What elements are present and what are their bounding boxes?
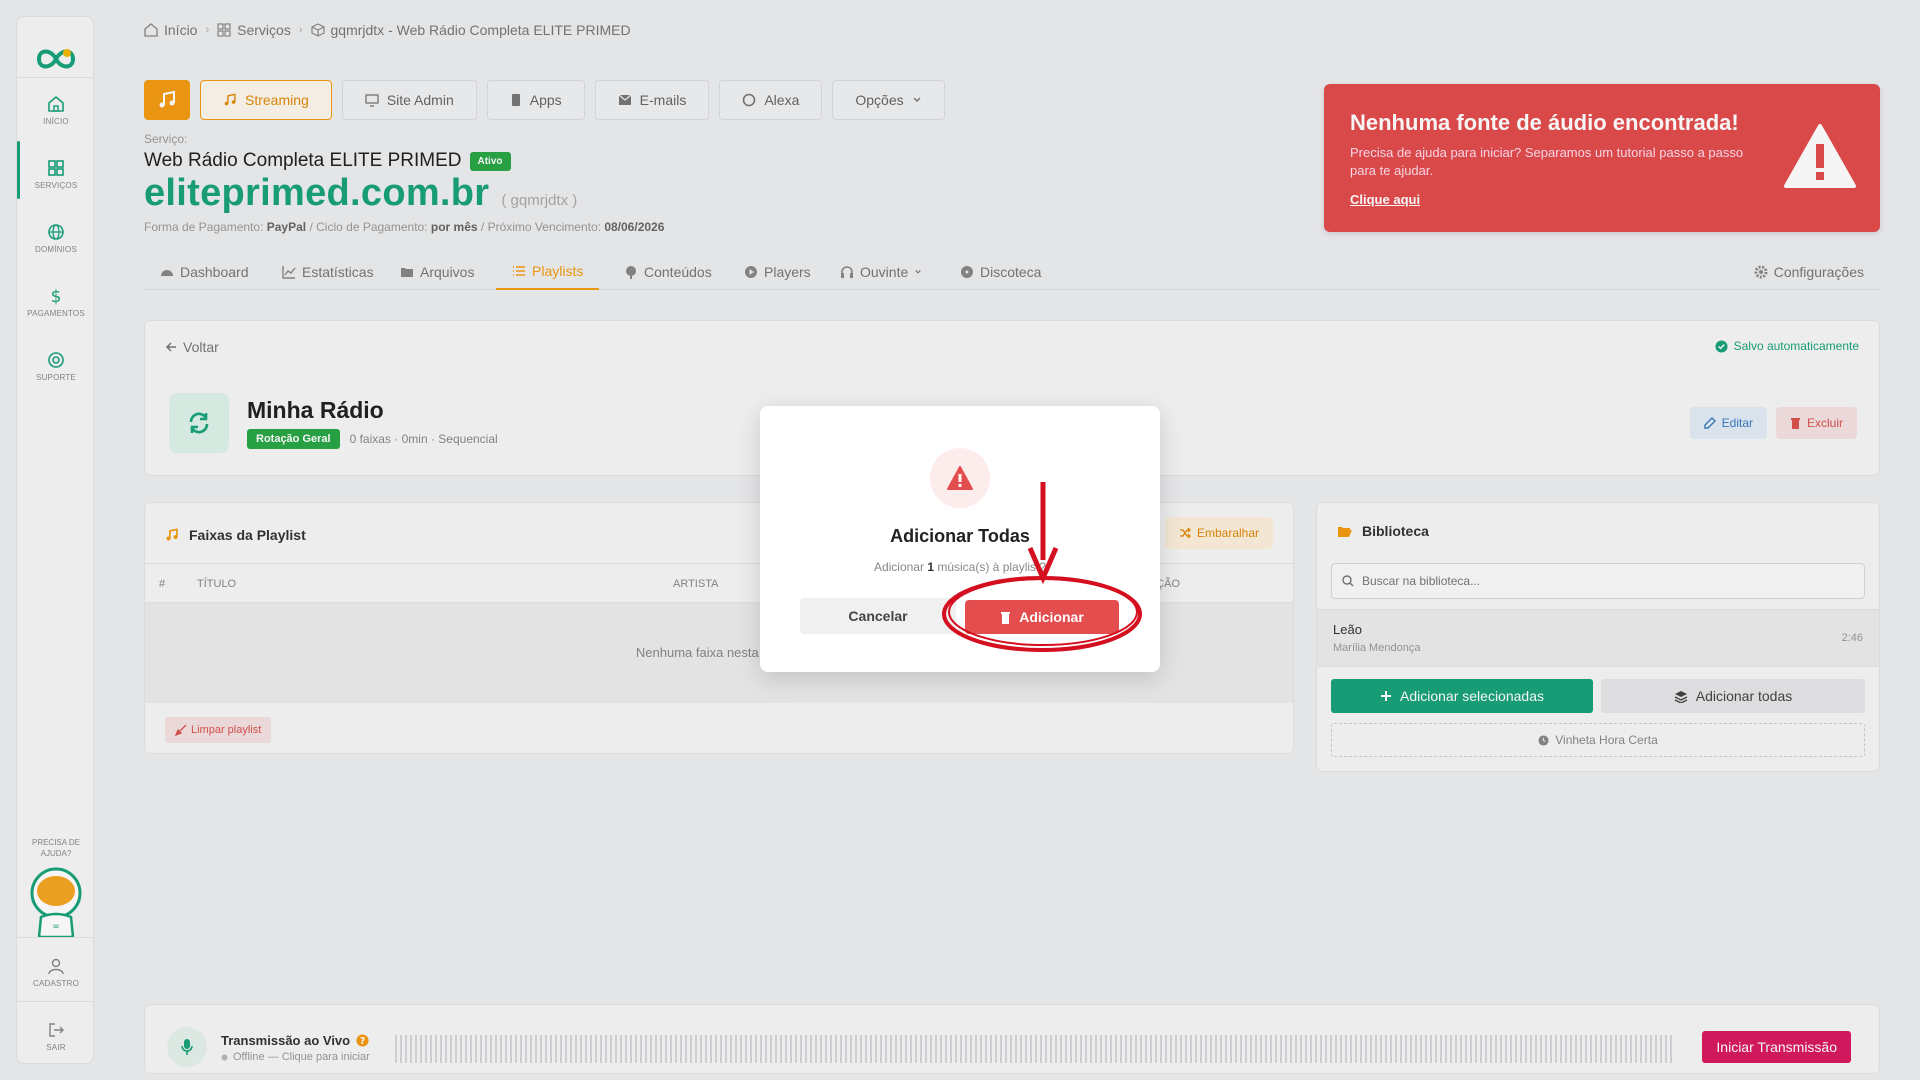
modal-count: 1	[927, 560, 934, 574]
modal-title: Adicionar Todas	[890, 526, 1030, 546]
confirm-add-button[interactable]: Adicionar	[965, 600, 1119, 634]
confirm-add-label: Adicionar	[1019, 609, 1084, 625]
modal-message-prefix: Adicionar	[873, 560, 924, 574]
modal-message: Adicionar 1 música(s) à playlist?	[760, 560, 1160, 574]
modal-icon-circle	[930, 448, 990, 508]
cancel-button[interactable]: Cancelar	[800, 598, 956, 634]
trash-icon	[1001, 611, 1011, 624]
confirm-add-all-modal: Adicionar Todas Adicionar 1 música(s) à …	[760, 406, 1160, 672]
warning-triangle-icon	[947, 466, 973, 490]
modal-message-suffix: música(s) à playlist?	[937, 560, 1047, 574]
